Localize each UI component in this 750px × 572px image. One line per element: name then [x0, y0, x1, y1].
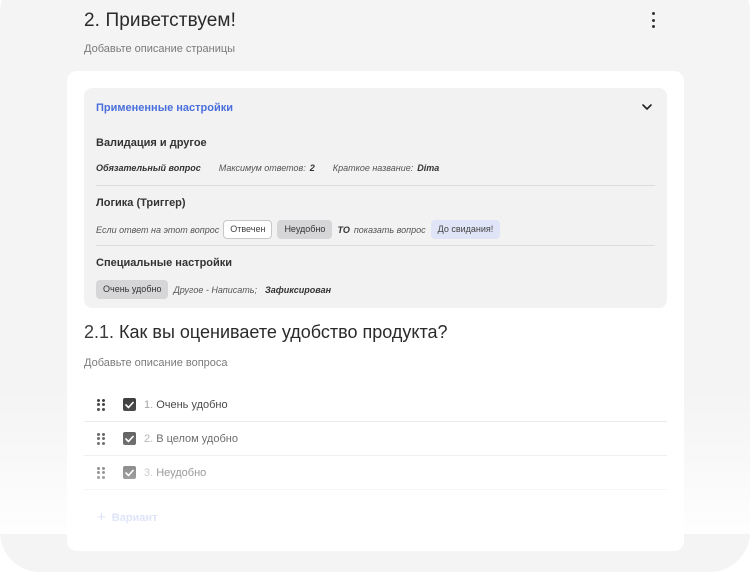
question-title-text: Как вы оцениваете удобство продукта?	[119, 322, 448, 342]
logic-heading: Логика (Триггер)	[96, 197, 186, 209]
short-name-label: Краткое название:	[332, 163, 414, 173]
logic-row: Если ответ на этот вопрос Отвечен Неудоб…	[96, 220, 505, 239]
checkbox-checked-icon[interactable]	[123, 432, 136, 445]
chevron-down-icon[interactable]	[641, 102, 653, 112]
logic-if-text: Если ответ на этот вопрос	[96, 224, 220, 235]
checkbox-checked-icon[interactable]	[123, 398, 136, 411]
option-row[interactable]: 1. Очень удобно	[84, 388, 667, 422]
then-keyword: ТО	[337, 224, 350, 235]
drag-handle-icon[interactable]	[97, 432, 105, 445]
divider	[96, 245, 655, 246]
then-text: показать вопрос	[353, 224, 426, 235]
add-option-button[interactable]: + Вариант	[97, 509, 157, 526]
validation-heading: Валидация и другое	[96, 137, 207, 149]
short-name-value: Dima	[417, 163, 440, 173]
option-chip[interactable]: Очень удобно	[96, 280, 169, 299]
option-row[interactable]: 2. В целом удобно	[84, 422, 667, 456]
required-flag: Обязательный вопрос	[96, 163, 201, 173]
validation-row: Обязательный вопрос Максимум ответов: 2 …	[96, 163, 439, 173]
target-question-chip[interactable]: До свидания!	[430, 220, 501, 239]
page-number: 2.	[84, 10, 101, 31]
max-answers-value: 2	[309, 163, 315, 173]
question-number: 2.1.	[84, 322, 115, 342]
condition-chip[interactable]: Отвечен	[223, 220, 273, 239]
drag-handle-icon[interactable]	[97, 398, 105, 411]
page-title[interactable]: 2. Приветствуем!	[84, 10, 236, 32]
option-label: 1. Очень удобно	[144, 398, 228, 411]
special-heading: Специальные настройки	[96, 257, 233, 269]
checkbox-checked-icon[interactable]	[123, 466, 136, 479]
fixed-text: Зафиксирован	[264, 284, 332, 295]
other-text: Другое - Написать;	[173, 284, 257, 295]
applied-settings-title[interactable]: Примененные настройки	[96, 102, 233, 114]
kebab-menu-icon[interactable]	[646, 12, 660, 28]
divider	[96, 185, 655, 186]
add-option-label: Вариант	[111, 511, 158, 524]
drag-handle-icon[interactable]	[97, 466, 105, 479]
page-title-text: Приветствуем!	[105, 10, 236, 31]
page-description-field[interactable]: Добавьте описание страницы	[84, 43, 235, 55]
plus-icon: +	[97, 509, 106, 526]
answer-chip[interactable]: Неудобно	[277, 220, 333, 239]
special-row: Очень удобно Другое - Написать; Зафиксир…	[96, 280, 331, 299]
applied-settings-panel: Примененные настройки Валидация и другое…	[84, 88, 667, 308]
option-label: 3. Неудобно	[144, 466, 207, 479]
option-row[interactable]: 3. Неудобно	[84, 456, 667, 490]
question-title[interactable]: 2.1. Как вы оцениваете удобство продукта…	[84, 322, 448, 343]
question-description-field[interactable]: Добавьте описание вопроса	[84, 357, 228, 369]
max-answers-label: Максимум ответов:	[218, 163, 306, 173]
option-label: 2. В целом удобно	[144, 432, 238, 445]
